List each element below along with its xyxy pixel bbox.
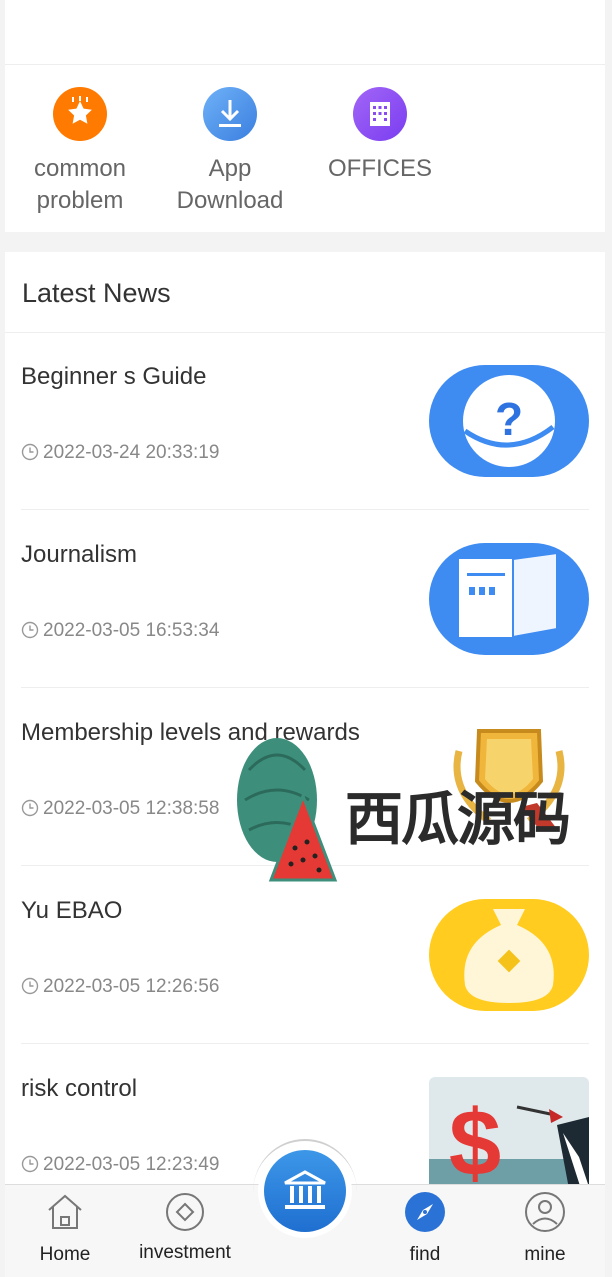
book-icon — [429, 543, 589, 655]
shortcut-row: common problem App Download OFFICES — [5, 65, 605, 232]
news-date-text: 2022-03-05 12:26:56 — [43, 976, 220, 997]
shortcut-label-line1: OFFICES — [327, 155, 432, 182]
star-icon — [53, 87, 107, 141]
section-divider — [5, 232, 605, 252]
news-title: risk control — [21, 1075, 138, 1102]
section-title: Latest News — [5, 252, 605, 333]
news-date: 2022-03-05 16:53:34 — [21, 620, 219, 645]
compass-icon — [404, 1192, 446, 1237]
svg-text:$: $ — [449, 1090, 501, 1189]
clock-icon — [21, 621, 39, 645]
news-item[interactable]: Beginner s Guide 2022-03-24 20:33:19 ? — [21, 333, 589, 510]
latest-news-section: Latest News Beginner s Guide 2022-03-24 … — [5, 252, 605, 1277]
news-item[interactable]: Membership levels and rewards 2022-03-05… — [21, 689, 589, 866]
news-title: Membership levels and rewards — [21, 719, 360, 746]
tab-label: investment — [139, 1242, 231, 1263]
shortcut-label-line2: problem — [36, 187, 124, 214]
shortcut-label-line1: App — [208, 155, 252, 182]
news-title: Journalism — [21, 541, 138, 568]
news-date-text: 2022-03-24 20:33:19 — [43, 442, 220, 463]
clock-icon — [21, 977, 39, 1001]
app-frame: common problem App Download OFFICES Late… — [5, 0, 605, 1277]
news-date-text: 2022-03-05 12:23:49 — [43, 1154, 220, 1175]
shortcut-label-line2: Download — [176, 187, 284, 214]
home-icon — [44, 1194, 86, 1237]
news-title: Yu EBAO — [21, 897, 123, 924]
tab-find[interactable]: find — [365, 1191, 485, 1266]
money-bag-icon — [429, 899, 589, 1011]
bank-center-button[interactable] — [264, 1150, 346, 1232]
clock-icon — [21, 1155, 39, 1179]
bank-icon — [281, 1167, 329, 1220]
clock-icon — [21, 443, 39, 467]
badge-icon — [429, 721, 589, 833]
news-date-text: 2022-03-05 12:38:58 — [43, 798, 220, 819]
news-date: 2022-03-05 12:23:49 — [21, 1154, 219, 1179]
news-item[interactable]: Journalism 2022-03-05 16:53:34 — [21, 511, 589, 688]
news-date: 2022-03-05 12:38:58 — [21, 798, 219, 823]
news-item[interactable]: Yu EBAO 2022-03-05 12:26:56 — [21, 867, 589, 1044]
header-area — [5, 0, 605, 65]
dollar-dart-icon: $ — [429, 1077, 589, 1189]
news-title: Beginner s Guide — [21, 363, 207, 390]
tab-label: mine — [524, 1244, 566, 1265]
shortcut-common-problem[interactable]: common problem — [5, 87, 155, 217]
bottom-tab-bar: Home investment find mine — [5, 1139, 605, 1277]
svg-text:?: ? — [495, 393, 523, 445]
tab-label: find — [409, 1244, 441, 1265]
building-icon — [353, 87, 407, 141]
news-date: 2022-03-24 20:33:19 — [21, 442, 219, 467]
tab-mine[interactable]: mine — [485, 1191, 605, 1266]
tab-label: Home — [39, 1244, 91, 1265]
news-date-text: 2022-03-05 16:53:34 — [43, 620, 220, 641]
tab-home[interactable]: Home — [5, 1191, 125, 1266]
question-icon: ? — [429, 365, 589, 477]
tab-investment[interactable]: investment — [125, 1191, 245, 1264]
shortcut-label-line1: common — [33, 155, 127, 182]
download-icon — [203, 87, 257, 141]
shortcut-offices[interactable]: OFFICES — [305, 87, 455, 185]
news-date: 2022-03-05 12:26:56 — [21, 976, 219, 1001]
diamond-circle-icon — [164, 1193, 206, 1237]
shortcut-app-download[interactable]: App Download — [155, 87, 305, 217]
clock-icon — [21, 799, 39, 823]
user-icon — [524, 1192, 566, 1237]
